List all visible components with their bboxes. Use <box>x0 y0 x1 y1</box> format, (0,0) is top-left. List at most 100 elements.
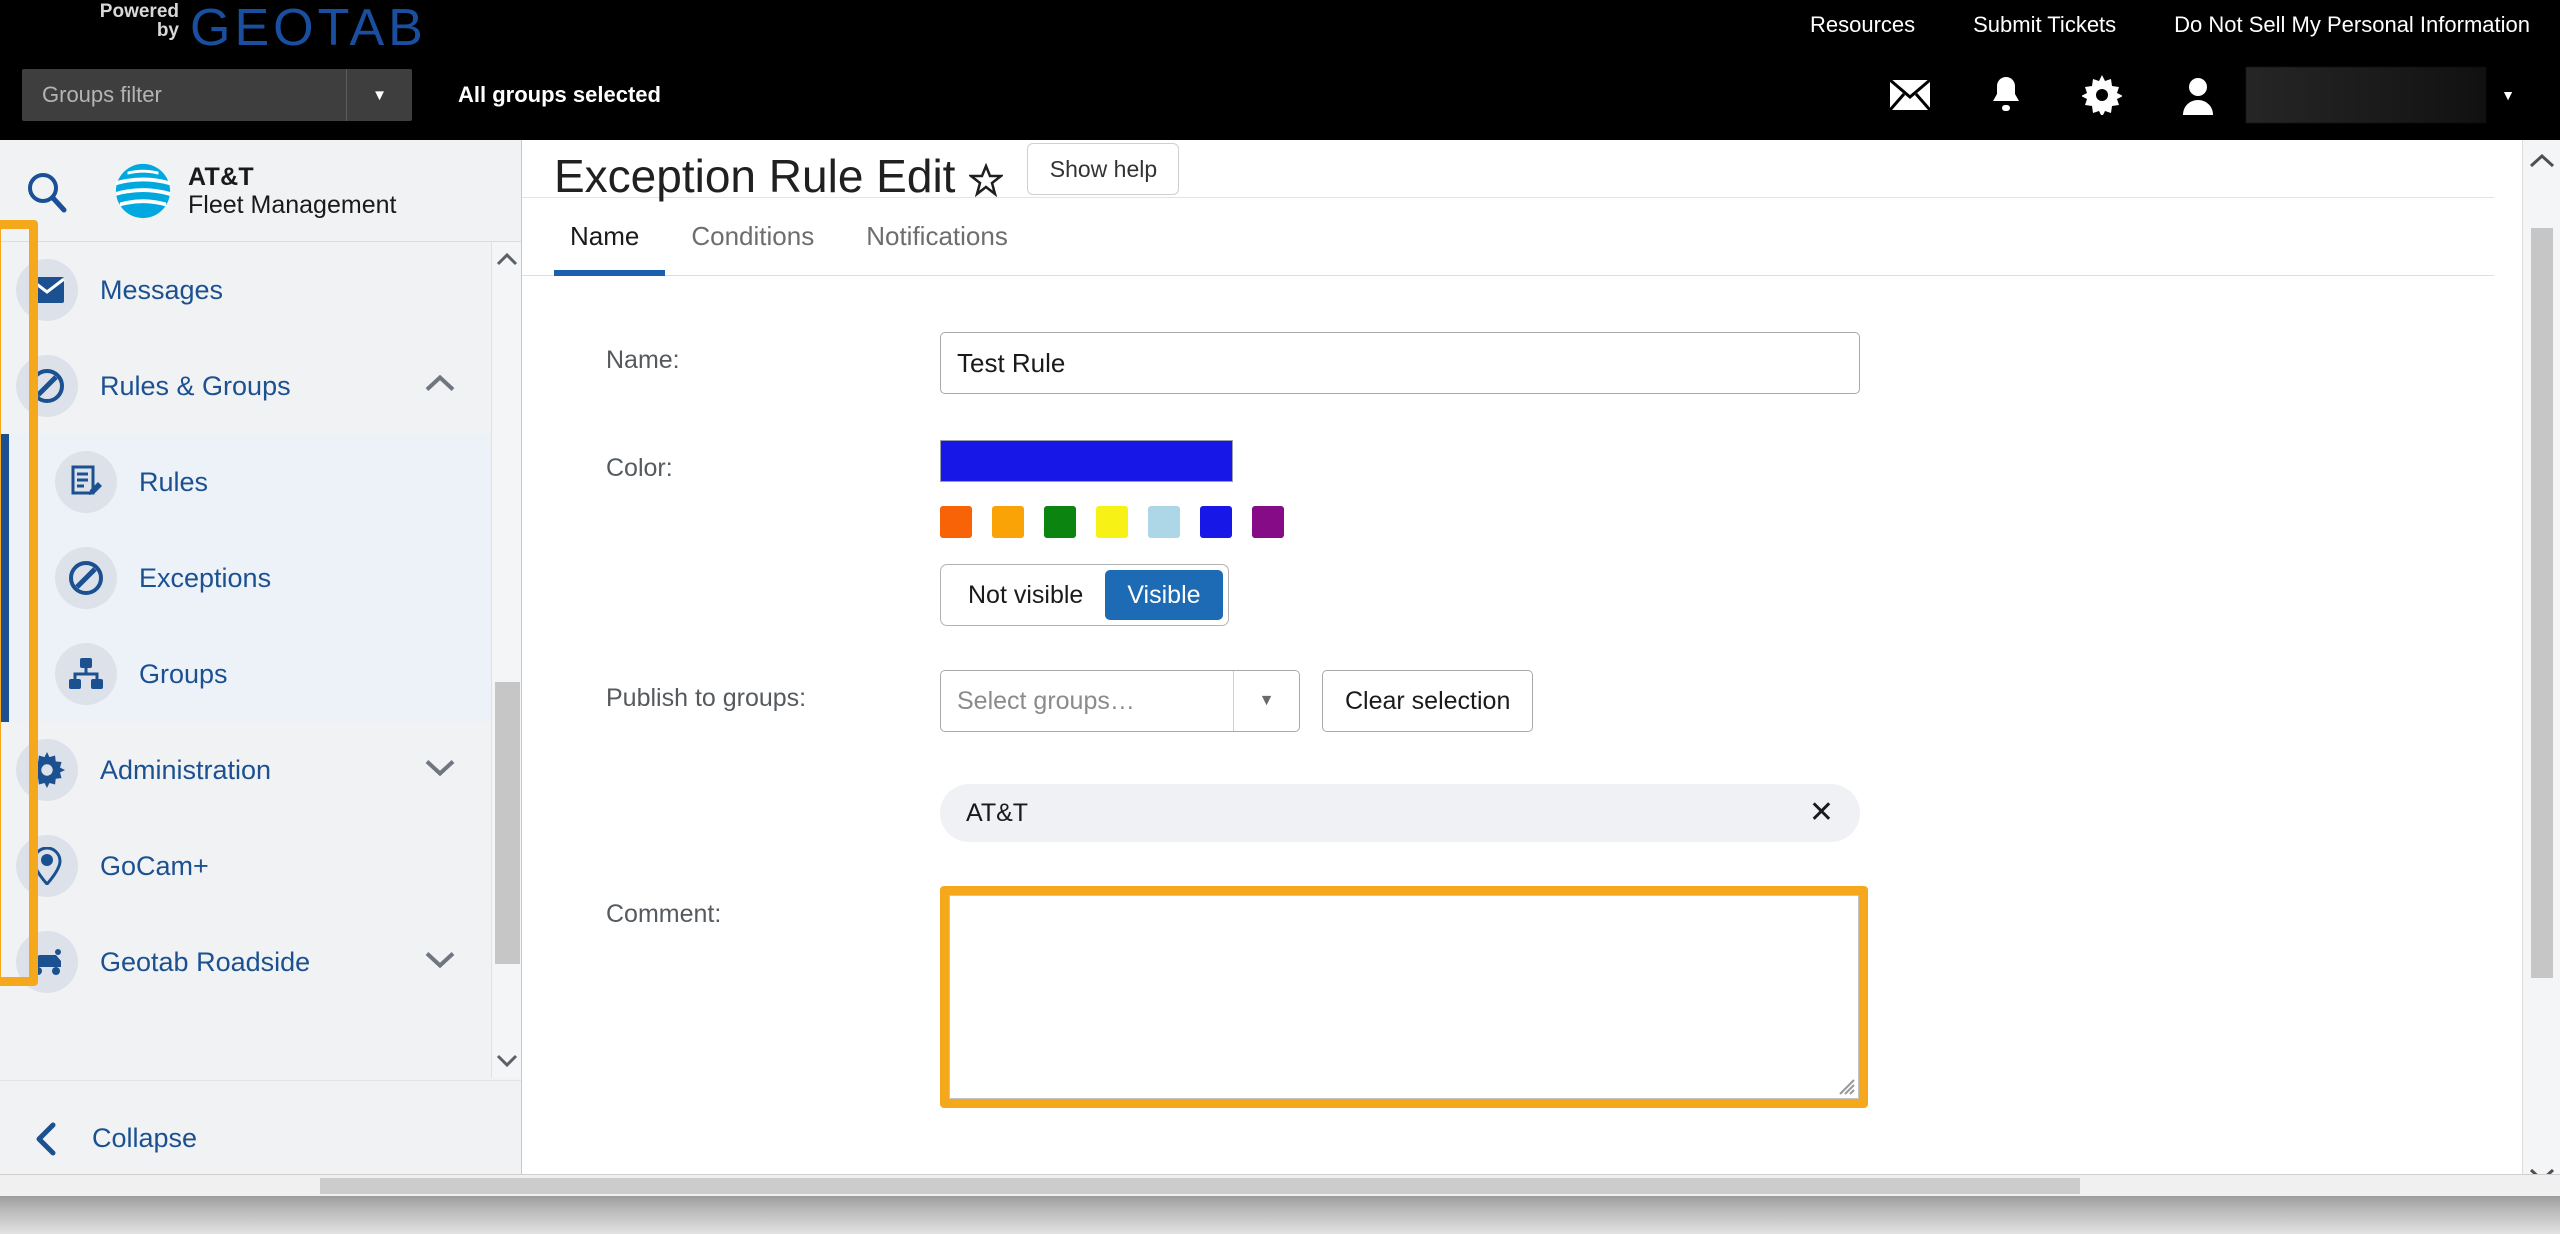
sidebar-item-label: Rules & Groups <box>100 370 291 401</box>
user-name-redacted[interactable] <box>2246 67 2486 123</box>
sidebar-collapse-label: Collapse <box>92 1123 198 1153</box>
exception-rule-edit-panel: Exception Rule Edit Show help Name Condi… <box>522 140 2494 1196</box>
powered-by-line1: Powered <box>99 1 179 22</box>
selected-color-preview[interactable] <box>940 440 1233 482</box>
gear-icon <box>16 739 78 801</box>
sidebar-nav-list: Messages Rules & Groups Rules Exceptions… <box>0 242 521 1010</box>
form-row-publish-groups: Publish to groups: Select groups… ▼ Clea… <box>522 670 2494 842</box>
att-logo-text: AT&T Fleet Management <box>188 163 396 219</box>
sidebar-item-label: Administration <box>100 754 272 785</box>
color-swatch-light-blue[interactable] <box>1148 506 1180 538</box>
page-title: Exception Rule Edit <box>554 150 956 202</box>
sidebar-subgroup-rules-and-groups: Rules Exceptions Groups <box>0 434 521 722</box>
color-swatch-green[interactable] <box>1044 506 1076 538</box>
chevron-down-icon[interactable] <box>425 759 455 782</box>
visibility-toggle: Not visible Visible <box>940 564 1229 626</box>
scroll-up-arrow-icon[interactable] <box>2523 140 2560 182</box>
sidebar-item-label: GoCam+ <box>100 850 209 881</box>
top-header-bar: Powered by GEOTAB Resources Submit Ticke… <box>0 0 2560 140</box>
color-label: Color: <box>606 454 673 482</box>
top-icon-bar: ▼ <box>1862 62 2530 128</box>
gear-icon[interactable] <box>2054 62 2150 128</box>
tab-conditions[interactable]: Conditions <box>665 198 840 276</box>
powered-by-label: Powered by <box>95 2 179 40</box>
color-swatch-yellow[interactable] <box>1096 506 1128 538</box>
comment-textarea[interactable] <box>949 895 1859 1099</box>
chevron-down-icon[interactable] <box>425 951 455 974</box>
tab-notifications[interactable]: Notifications <box>840 198 1034 276</box>
nav-link-submit-tickets[interactable]: Submit Tickets <box>1973 12 2116 38</box>
search-icon[interactable] <box>0 169 92 213</box>
sidebar-item-rules-and-groups[interactable]: Rules & Groups <box>0 338 521 434</box>
mail-icon[interactable] <box>1862 62 1958 128</box>
vertical-scrollbar-thumb[interactable] <box>2531 228 2553 978</box>
bell-icon[interactable] <box>1958 62 2054 128</box>
sidebar-scroll-area: Messages Rules & Groups Rules Exceptions… <box>0 242 521 1078</box>
geotab-logo: GEOTAB <box>190 0 427 57</box>
sidebar-item-groups[interactable]: Groups <box>9 626 521 722</box>
sidebar-item-label: Geotab Roadside <box>100 946 311 977</box>
publish-to-groups-label: Publish to groups: <box>606 684 807 712</box>
nav-link-resources[interactable]: Resources <box>1810 12 1915 38</box>
horizontal-scrollbar-thumb[interactable] <box>320 1178 2080 1194</box>
window-bottom-edge <box>0 1196 2560 1234</box>
name-label: Name: <box>606 346 680 374</box>
att-brand-line1: AT&T <box>188 162 254 191</box>
sidebar-item-rules[interactable]: Rules <box>9 434 521 530</box>
chevron-up-icon[interactable] <box>425 374 455 398</box>
page-horizontal-scrollbar[interactable] <box>0 1174 2560 1196</box>
comment-label: Comment: <box>606 900 722 928</box>
color-swatch-orange-red[interactable] <box>940 506 972 538</box>
star-icon[interactable] <box>969 163 1004 197</box>
name-input[interactable] <box>940 332 1860 394</box>
tab-bar: Name Conditions Notifications <box>522 198 2494 276</box>
show-help-button[interactable]: Show help <box>1027 143 1180 195</box>
selected-group-name: AT&T <box>966 798 1029 827</box>
gocam-icon <box>16 835 78 897</box>
color-swatch-purple[interactable] <box>1252 506 1284 538</box>
page-title-row: Exception Rule Edit Show help <box>522 140 2494 202</box>
scroll-up-arrow-icon[interactable] <box>492 242 522 276</box>
select-groups-placeholder: Select groups… <box>957 686 1135 715</box>
att-globe-icon <box>115 163 171 218</box>
color-swatch-amber[interactable] <box>992 506 1024 538</box>
nav-link-do-not-sell[interactable]: Do Not Sell My Personal Information <box>2174 12 2530 38</box>
user-menu-chevron-down-icon[interactable]: ▼ <box>2486 62 2530 128</box>
application-window: Powered by GEOTAB Resources Submit Ticke… <box>0 0 2560 1234</box>
sidebar-item-administration[interactable]: Administration <box>0 722 521 818</box>
chevron-down-icon[interactable]: ▼ <box>1233 671 1299 731</box>
sidebar-item-label: Exceptions <box>139 562 272 593</box>
form-row-comment: Comment: <box>522 886 2494 1108</box>
sidebar-item-messages[interactable]: Messages <box>0 242 521 338</box>
sidebar-item-gocam-plus[interactable]: GoCam+ <box>0 818 521 914</box>
groups-filter-dropdown[interactable]: Groups filter ▼ <box>22 69 412 121</box>
main-content: Exception Rule Edit Show help Name Condi… <box>522 140 2560 1196</box>
groups-selected-status: All groups selected <box>458 82 661 107</box>
clear-selection-button[interactable]: Clear selection <box>1322 670 1534 732</box>
chevron-down-icon[interactable]: ▼ <box>346 69 412 121</box>
sidebar-item-exceptions[interactable]: Exceptions <box>9 530 521 626</box>
left-sidebar: AT&T Fleet Management Messages Rules & G… <box>0 140 522 1196</box>
mail-icon <box>16 259 78 321</box>
not-visible-button[interactable]: Not visible <box>946 570 1106 620</box>
sidebar-item-label: Rules <box>139 466 209 497</box>
sidebar-item-geotab-roadside[interactable]: Geotab Roadside <box>0 914 521 1010</box>
exceptions-icon <box>55 547 117 609</box>
select-groups-dropdown[interactable]: Select groups… ▼ <box>940 670 1300 732</box>
close-icon[interactable]: ✕ <box>1809 798 1834 828</box>
rules-edit-icon <box>55 451 117 513</box>
scroll-down-arrow-icon[interactable] <box>492 1044 522 1078</box>
page-vertical-scrollbar[interactable] <box>2522 140 2560 1196</box>
comment-highlight-box <box>940 886 1868 1108</box>
tab-name[interactable]: Name <box>554 198 666 276</box>
att-fleet-logo: AT&T Fleet Management <box>114 162 396 220</box>
sidebar-scrollbar[interactable] <box>491 242 521 1078</box>
form-row-name: Name: <box>522 332 2494 394</box>
visible-button[interactable]: Visible <box>1105 570 1223 620</box>
sidebar-header: AT&T Fleet Management <box>0 140 521 242</box>
chevron-left-icon <box>0 1122 92 1156</box>
sidebar-item-label: Groups <box>139 658 228 689</box>
sidebar-scrollbar-thumb[interactable] <box>495 682 520 964</box>
color-swatch-blue[interactable] <box>1200 506 1232 538</box>
user-icon[interactable] <box>2150 62 2246 128</box>
